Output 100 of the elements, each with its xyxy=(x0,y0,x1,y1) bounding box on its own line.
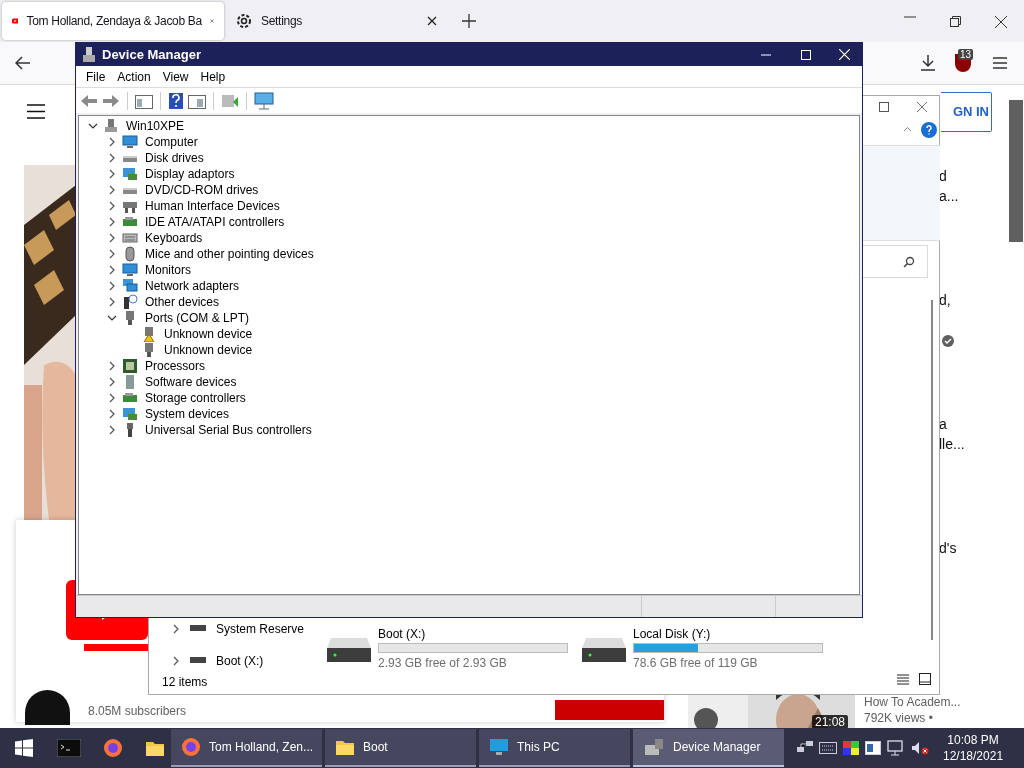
expand-chevron[interactable] xyxy=(172,656,180,666)
video-title[interactable]: lle... xyxy=(939,434,965,455)
device-icon xyxy=(122,406,138,422)
clock-date[interactable]: 12/18/2021 xyxy=(943,748,1004,764)
keyboard-icon[interactable] xyxy=(819,742,837,754)
monitor-icon xyxy=(489,738,509,756)
tree-item[interactable]: Ports (COM & LPT) xyxy=(145,309,249,327)
tree-item[interactable]: Unknown device xyxy=(164,341,253,359)
start-icon[interactable] xyxy=(15,739,33,757)
clock-time[interactable]: 10:08 PM xyxy=(947,732,999,748)
collapse-ribbon-icon[interactable] xyxy=(903,126,912,132)
folder-icon xyxy=(335,738,355,756)
tree-item[interactable]: Network adapters xyxy=(145,277,240,295)
tree-item[interactable]: Mice and other pointing devices xyxy=(145,245,314,263)
video-duration: 21:08 xyxy=(812,715,849,729)
menu-item[interactable]: File xyxy=(80,67,112,86)
maximize-icon[interactable] xyxy=(879,102,889,112)
tree-item[interactable]: Display adaptors xyxy=(145,165,235,183)
tree-item[interactable]: Other devices xyxy=(145,293,220,311)
close-icon[interactable] xyxy=(995,16,1007,28)
tree-item[interactable]: DVD/CD-ROM drives xyxy=(145,181,259,199)
scrollbar-thumb[interactable] xyxy=(1009,100,1023,242)
device-icon xyxy=(122,278,138,294)
device-icon xyxy=(122,134,138,150)
taskbar-button[interactable]: Device Manager xyxy=(633,729,784,767)
drive-name[interactable]: Boot (X:) xyxy=(378,626,568,642)
extension-badge: 13 xyxy=(958,49,974,60)
drive-free-space: 2.93 GB free of 2.93 GB xyxy=(378,655,508,671)
tree-item[interactable]: Disk drives xyxy=(145,149,204,167)
subscriber-count: 8.05M subscribers xyxy=(88,704,187,718)
device-manager-icon xyxy=(82,46,96,63)
tree-item[interactable]: Monitors xyxy=(145,261,191,279)
volume-muted-icon[interactable] xyxy=(911,741,929,755)
tree-item[interactable]: Win10XPE xyxy=(126,117,185,135)
close-icon[interactable] xyxy=(427,16,437,26)
monitor-icon[interactable] xyxy=(254,91,274,110)
video-title[interactable]: d, xyxy=(939,290,951,311)
drive-icon xyxy=(190,657,206,665)
menu-item[interactable]: Help xyxy=(194,67,232,86)
tree-item[interactable]: Human Interface Devices xyxy=(145,197,280,215)
drive-icon xyxy=(190,625,206,633)
device-icon xyxy=(122,230,138,246)
collapse-chevron[interactable] xyxy=(106,314,118,322)
verified-icon xyxy=(942,335,954,347)
sign-in-button[interactable]: GN IN xyxy=(941,92,992,132)
tiles-view-icon[interactable] xyxy=(919,673,931,685)
color-icon[interactable] xyxy=(843,741,859,755)
collapse-chevron[interactable] xyxy=(87,122,99,130)
taskbar-button[interactable]: Boot xyxy=(325,729,476,767)
view-count: 792K views • xyxy=(864,711,933,725)
window-icon[interactable] xyxy=(865,741,881,755)
drive-icon xyxy=(327,638,371,662)
tree-item[interactable]: Universal Serial Bus controllers xyxy=(145,421,312,439)
details-view-icon[interactable] xyxy=(897,674,909,685)
display-icon[interactable] xyxy=(887,740,905,756)
firefox-icon[interactable] xyxy=(103,738,123,758)
device-manager-icon xyxy=(643,737,665,757)
restore-icon[interactable] xyxy=(950,16,961,27)
taskbar-button[interactable]: Tom Holland, Zen... xyxy=(171,729,322,767)
network-icon[interactable] xyxy=(797,741,813,755)
device-icon xyxy=(122,358,138,374)
help-icon[interactable] xyxy=(168,91,184,110)
back-icon[interactable] xyxy=(15,56,31,70)
menu-item[interactable]: Action xyxy=(111,67,157,86)
device-icon xyxy=(122,294,138,310)
tree-item[interactable]: IDE ATA/ATAPI controllers xyxy=(145,213,285,231)
video-title[interactable]: d xyxy=(939,166,947,187)
scrollbar-thumb[interactable] xyxy=(931,300,933,640)
tree-item[interactable]: Storage controllers xyxy=(145,389,246,407)
drive-free-space: 78.6 GB free of 119 GB xyxy=(633,655,759,671)
forward-icon[interactable] xyxy=(102,93,120,108)
properties-icon[interactable] xyxy=(188,92,206,109)
menu-item[interactable]: View xyxy=(156,67,195,86)
window-title: Device Manager xyxy=(102,45,202,64)
tree-item[interactable]: Computer xyxy=(145,133,198,151)
nav-item[interactable]: Boot (X:) xyxy=(216,652,264,670)
tree-item[interactable]: Unknown device xyxy=(164,325,253,343)
video-title[interactable]: d's xyxy=(939,538,957,559)
tree-item[interactable]: Processors xyxy=(145,357,206,375)
browser-tab[interactable]: Tom Holland, Zendaya & Jacob Ba xyxy=(2,2,224,40)
expand-chevron[interactable] xyxy=(172,624,180,634)
drive-name[interactable]: Local Disk (Y:) xyxy=(633,626,823,642)
menu-icon[interactable] xyxy=(27,104,45,119)
video-title[interactable]: a... xyxy=(939,186,959,207)
folder-icon[interactable] xyxy=(145,739,165,757)
tree-view-icon[interactable] xyxy=(135,92,153,109)
download-icon[interactable] xyxy=(920,54,936,72)
terminal-icon[interactable] xyxy=(57,739,81,757)
device-icon xyxy=(122,262,138,278)
browser-tab[interactable]: Settings xyxy=(225,2,447,40)
tree-item[interactable]: System devices xyxy=(145,405,230,423)
new-tab-icon[interactable] xyxy=(462,14,476,28)
video-title[interactable]: a xyxy=(939,414,947,435)
tree-item[interactable]: Keyboards xyxy=(145,229,203,247)
firefox-icon xyxy=(181,737,201,757)
settings-icon xyxy=(235,12,253,30)
tree-item[interactable]: Software devices xyxy=(145,373,237,391)
nav-item[interactable]: System Reserve xyxy=(216,620,305,638)
channel-name[interactable]: How To Academ... xyxy=(864,695,961,709)
taskbar-button[interactable]: This PC xyxy=(479,729,630,767)
